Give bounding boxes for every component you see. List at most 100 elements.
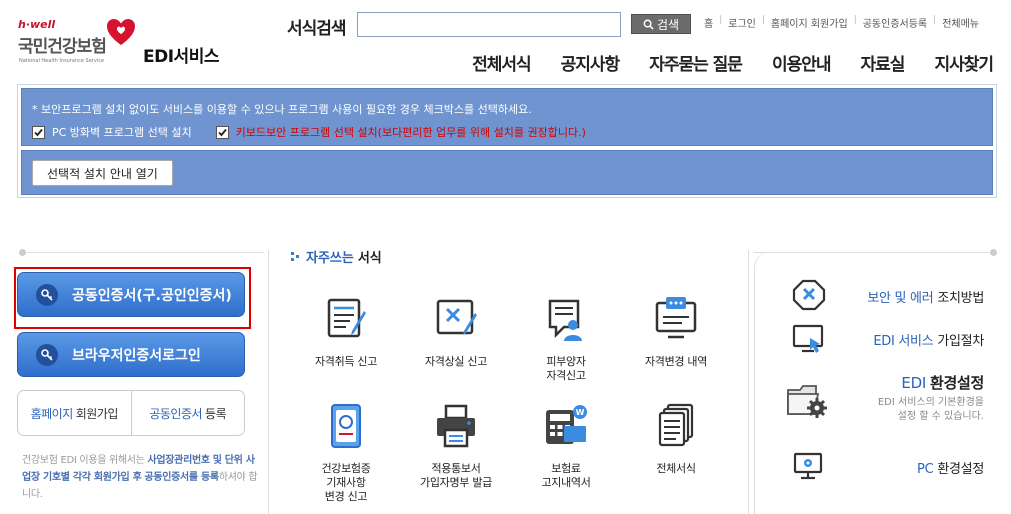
form-item-label: 자격상실 신고 bbox=[424, 355, 488, 368]
main-nav: 전체서식 공지사항 자주묻는 질문 이용안내 자료실 지사찾기 bbox=[472, 50, 994, 75]
link-cert-register[interactable]: 공동인증서등록 bbox=[857, 15, 933, 30]
monitor-touch-icon bbox=[792, 324, 824, 353]
form-item-label: 전체서식 bbox=[656, 462, 696, 475]
edi-signup-procedure-link[interactable]: EDI 서비스 가입절차 bbox=[784, 318, 994, 358]
calculator-icon: W bbox=[546, 405, 587, 444]
signup-rest: 회원가입 bbox=[75, 406, 119, 421]
edi-environment-settings-link[interactable]: EDI 환경설정 EDI 서비스의 기본환경을 설정 할 수 있습니다. bbox=[784, 372, 994, 434]
page: h·well 국민건강보험 National Health Insurance … bbox=[0, 0, 1011, 514]
insurance-card-icon bbox=[331, 404, 361, 448]
checkmark-icon bbox=[34, 128, 43, 136]
security-notice: * 보안프로그램 설치 없이도 서비스를 이용할 수 있으나 프로그램 사용이 … bbox=[17, 84, 997, 198]
highlight-outline bbox=[14, 267, 251, 329]
form-item-change-history[interactable]: 자격변경 내역 bbox=[621, 295, 731, 369]
svg-text:W: W bbox=[576, 408, 585, 417]
search-button[interactable]: 검색 bbox=[631, 14, 691, 34]
desc-bold: 사업장관리번호 bbox=[147, 455, 210, 466]
search-label: 서식검색 bbox=[287, 19, 347, 39]
cert-register-highlight: 공동인증서 bbox=[149, 406, 203, 421]
error-octagon-icon bbox=[792, 279, 826, 311]
cert-register-link[interactable]: 공동인증서 등록 bbox=[130, 391, 245, 435]
org-name-en: National Health Insurance Service bbox=[19, 58, 105, 64]
firewall-checkbox-label[interactable]: PC 방화벽 프로그램 선택 설치 bbox=[52, 124, 192, 140]
nav-library[interactable]: 자료실 bbox=[861, 50, 906, 75]
nav-all-forms[interactable]: 전체서식 bbox=[472, 50, 532, 75]
security-help-label: 보안 및 에러 조치방법 bbox=[867, 291, 984, 306]
pc-environment-settings-label: PC 환경설정 bbox=[917, 462, 984, 477]
form-item-label: 적용통보서 가입자명부 발급 bbox=[420, 462, 492, 489]
nav-faq[interactable]: 자주묻는 질문 bbox=[649, 50, 743, 75]
decor-dot bbox=[19, 249, 26, 256]
form-item-label: 자격취득 신고 bbox=[314, 355, 378, 368]
edi-environment-settings-label: EDI 환경설정 bbox=[901, 374, 984, 392]
security-help-link[interactable]: 보안 및 에러 조치방법 bbox=[784, 275, 994, 315]
form-item-dependent[interactable]: 피부양자 자격신고 bbox=[511, 295, 621, 383]
homepage-signup-link[interactable]: 홈페이지 회원가입 bbox=[18, 391, 131, 435]
edi-environment-settings-desc: EDI 서비스의 기본환경을 설정 할 수 있습니다. bbox=[877, 397, 984, 422]
browser-cert-login-label: 브라우저인증서로그인 bbox=[72, 347, 201, 364]
security-options-box: * 보안프로그램 설치 없이도 서비스를 이용할 수 있으나 프로그램 사용이 … bbox=[21, 88, 993, 146]
link-signup[interactable]: 홈페이지 회원가입 bbox=[765, 15, 854, 30]
document-x-icon bbox=[436, 299, 477, 335]
link-login[interactable]: 로그인 bbox=[722, 15, 762, 30]
signup-highlight: 홈페이지 bbox=[30, 406, 74, 421]
search-button-label: 검색 bbox=[656, 17, 680, 32]
printer-icon bbox=[437, 404, 475, 448]
firewall-checkbox[interactable] bbox=[32, 125, 45, 139]
keyboard-security-checkbox[interactable] bbox=[215, 125, 229, 139]
cert-register-rest: 등록 bbox=[205, 406, 227, 421]
nav-guide[interactable]: 이용안내 bbox=[772, 50, 832, 75]
heart-logo-icon bbox=[107, 19, 135, 45]
login-panel: 공동인증서(구.공인인증서) 브라우저인증서로그인 홈페이지 회원가입 공동인증… bbox=[14, 248, 265, 514]
desc-text: 건강보험 EDI 이용을 위해서는 bbox=[22, 455, 148, 466]
install-guide-box: 선택적 설치 안내 열기 bbox=[21, 150, 993, 195]
keyboard-security-checkbox-label[interactable]: 키보드보안 프로그램 선택 설치(보다편리한 업무를 위해 설치를 권장합니다.… bbox=[236, 124, 586, 140]
form-item-card-change[interactable]: 건강보험증 기재사항 변경 신고 bbox=[291, 402, 401, 504]
form-item-acquisition[interactable]: 자격취득 신고 bbox=[291, 295, 401, 369]
install-guide-button[interactable]: 선택적 설치 안내 열기 bbox=[32, 160, 173, 186]
security-checkbox-row: PC 방화벽 프로그램 선택 설치 키보드보안 프로그램 선택 설치(보다편리한… bbox=[32, 124, 586, 140]
edi-signup-procedure-label: EDI 서비스 가입절차 bbox=[873, 334, 984, 349]
nav-notices[interactable]: 공지사항 bbox=[561, 50, 621, 75]
frequent-forms: 자주쓰는 서식 자격취득 신고 자격상실 신고 피부양자 자격신고 자격변경 내… bbox=[268, 245, 750, 514]
monitor-chat-icon bbox=[655, 297, 697, 339]
divider bbox=[754, 252, 990, 253]
link-all-menu[interactable]: 전체메뉴 bbox=[936, 15, 985, 30]
document-pen-icon bbox=[327, 298, 366, 338]
nav-branch-finder[interactable]: 지사찾기 bbox=[934, 50, 994, 75]
form-item-loss[interactable]: 자격상실 신고 bbox=[401, 295, 511, 369]
utility-links: 홈 | 로그인 | 홈페이지 회원가입 | 공동인증서등록 | 전체메뉴 bbox=[704, 15, 985, 30]
browser-cert-login-button[interactable]: 브라우저인증서로그인 bbox=[17, 332, 245, 377]
link-home[interactable]: 홈 bbox=[704, 15, 719, 30]
security-notice-message: * 보안프로그램 설치 없이도 서비스를 이용할 수 있으나 프로그램 사용이 … bbox=[32, 103, 532, 116]
decor-dot bbox=[990, 249, 997, 256]
form-item-label: 건강보험증 기재사항 변경 신고 bbox=[321, 462, 371, 503]
search-icon bbox=[643, 19, 654, 30]
title-bullet-icon bbox=[291, 251, 299, 262]
site-logo[interactable]: h·well 국민건강보험 National Health Insurance … bbox=[18, 18, 233, 70]
desc-bold: 공동인증서를 등록 bbox=[144, 472, 219, 483]
hwell-logo-text: h·well bbox=[18, 18, 56, 31]
document-stack-icon bbox=[658, 403, 694, 447]
form-item-label: 피부양자 자격신고 bbox=[546, 355, 586, 382]
org-name: 국민건강보험 bbox=[18, 37, 107, 57]
checkmark-icon bbox=[217, 128, 227, 136]
monitor-gear-icon bbox=[793, 452, 823, 480]
help-panel: 보안 및 에러 조치방법 EDI 서비스 가입절차 EDI 환경설정 EDI 서비스의… bbox=[754, 248, 997, 514]
form-item-label: 자격변경 내역 bbox=[644, 355, 708, 368]
folder-gear-icon bbox=[787, 385, 827, 418]
person-document-icon bbox=[548, 299, 582, 341]
form-item-all-forms[interactable]: 전체서식 bbox=[621, 402, 731, 476]
form-item-label: 보험료 고지내역서 bbox=[541, 462, 591, 489]
frequent-forms-title: 자주쓰는 서식 bbox=[291, 247, 382, 266]
search-input[interactable] bbox=[357, 12, 621, 37]
pc-environment-settings-link[interactable]: PC 환경설정 bbox=[784, 446, 994, 486]
form-item-application-notice[interactable]: 적용통보서 가입자명부 발급 bbox=[401, 402, 511, 490]
title-highlight: 자주쓰는 bbox=[306, 251, 354, 266]
account-links: 홈페이지 회원가입 공동인증서 등록 bbox=[17, 390, 245, 436]
title-rest: 서식 bbox=[357, 251, 382, 266]
key-icon bbox=[36, 343, 58, 366]
form-item-premium-notice[interactable]: W 보험료 고지내역서 bbox=[511, 402, 621, 490]
divider bbox=[26, 252, 264, 253]
service-name: EDI서비스 bbox=[143, 47, 219, 67]
